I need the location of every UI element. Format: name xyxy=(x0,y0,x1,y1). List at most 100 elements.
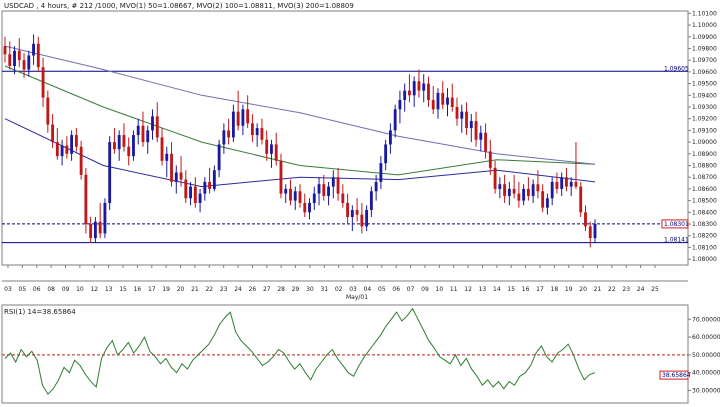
candle-body xyxy=(103,202,107,234)
price-y-tick-label: 1.08000 xyxy=(692,256,717,263)
time-tick-label: 12 xyxy=(464,286,472,293)
price-y-tick-label: 1.08800 xyxy=(692,163,717,170)
price-y-tick-label: 1.09800 xyxy=(692,45,717,52)
candle-body xyxy=(550,181,554,199)
candle-body xyxy=(531,184,535,196)
candle-body xyxy=(155,116,159,138)
candle-body xyxy=(151,116,154,131)
time-tick-label: 05 xyxy=(378,286,386,293)
time-tick-label: 16 xyxy=(134,286,142,293)
price-y-tick-label: 1.09300 xyxy=(692,104,717,111)
time-tick-label: 20 xyxy=(177,286,185,293)
price-y-tick-label: 1.09500 xyxy=(692,81,717,88)
time-tick-label: 22 xyxy=(205,286,213,293)
candle-body xyxy=(588,226,592,239)
rsi-value-label: 38.65864 xyxy=(662,372,691,379)
time-tick-label: 06 xyxy=(392,286,400,293)
candle-body xyxy=(436,92,440,110)
candle-body xyxy=(127,146,131,157)
candle-body xyxy=(279,160,283,194)
candle-body xyxy=(174,172,178,182)
time-tick-label: 20 xyxy=(579,286,587,293)
candle-body xyxy=(374,181,378,192)
candle-body xyxy=(450,97,454,107)
candle-body xyxy=(298,191,302,203)
candle-body xyxy=(322,184,326,196)
candle-body xyxy=(27,55,31,70)
candle-body xyxy=(8,54,12,67)
time-tick-label: 10 xyxy=(436,286,444,293)
candle-body xyxy=(327,186,330,196)
candle-body xyxy=(455,106,459,119)
candle-body xyxy=(193,186,197,203)
candle-body xyxy=(284,188,288,194)
time-tick-label: 09 xyxy=(62,286,70,293)
price-y-tick-label: 1.08100 xyxy=(692,244,717,251)
time-tick-label: 06 xyxy=(33,286,41,293)
price-y-tick-label: 1.10100 xyxy=(692,10,717,17)
price-y-tick-label: 1.09000 xyxy=(692,139,717,146)
time-tick-label: 17 xyxy=(536,286,544,293)
rsi-y-tick-label: 30.00000 xyxy=(692,388,720,395)
candle-body xyxy=(379,163,383,182)
candle-body xyxy=(170,153,173,182)
price-y-tick-label: 1.08500 xyxy=(692,198,717,205)
candle-body xyxy=(574,181,578,187)
candle-body xyxy=(312,193,316,203)
time-tick-label: 13 xyxy=(105,286,113,293)
candle-body xyxy=(369,191,373,210)
candle-body xyxy=(384,144,388,164)
time-tick-label: 16 xyxy=(522,286,530,293)
time-tick-label: 23 xyxy=(622,286,630,293)
rsi-y-tick-label: 70.00000 xyxy=(692,316,720,323)
candle-body xyxy=(412,81,416,96)
candle-body xyxy=(474,121,478,140)
candle-body xyxy=(584,212,587,227)
candle-body xyxy=(317,184,321,194)
candle-body xyxy=(208,181,212,189)
rsi-title: RSI(1) 14=38.65864 xyxy=(4,308,76,316)
time-tick-label: 17 xyxy=(148,286,156,293)
candle-body xyxy=(136,125,140,136)
time-tick-label: 30 xyxy=(306,286,314,293)
candle-body xyxy=(522,188,526,201)
candle-body xyxy=(51,124,55,143)
candle-body xyxy=(36,43,40,68)
candle-body xyxy=(465,111,468,129)
time-tick-label: 10 xyxy=(76,286,84,293)
candle-body xyxy=(41,67,45,98)
candle-body xyxy=(217,144,221,171)
chart-title: USDCAD , 4 hours, # 212 /1000, MVO(1) 50… xyxy=(4,2,354,10)
time-tick-label: 31 xyxy=(320,286,328,293)
time-tick-label: 19 xyxy=(162,286,170,293)
time-tick-label: 02 xyxy=(335,286,343,293)
time-tick-label: 15 xyxy=(119,286,127,293)
time-tick-label: 11 xyxy=(450,286,458,293)
time-tick-label: 07 xyxy=(407,286,415,293)
candle-body xyxy=(93,221,97,239)
candle-body xyxy=(331,177,335,187)
time-tick-label: 26 xyxy=(249,286,257,293)
time-tick-label: 23 xyxy=(220,286,228,293)
candle-body xyxy=(241,109,245,126)
candle-body xyxy=(498,184,502,189)
candle-body xyxy=(360,214,364,227)
candle-body xyxy=(222,130,226,145)
candle-body xyxy=(141,125,145,143)
candle-body xyxy=(545,198,549,208)
candle-body xyxy=(160,137,164,161)
candle-body xyxy=(479,132,483,140)
candle-body xyxy=(179,172,183,180)
candle-body xyxy=(189,186,192,199)
price-y-tick-label: 1.09900 xyxy=(692,34,717,41)
time-tick-label: 13 xyxy=(479,286,487,293)
candle-body xyxy=(22,60,26,70)
candle-body xyxy=(507,188,511,196)
time-tick-label: 28 xyxy=(277,286,285,293)
candle-body xyxy=(526,188,530,196)
time-tick-label: 21 xyxy=(191,286,199,293)
price-y-tick-label: 1.08200 xyxy=(692,233,717,240)
candle-body xyxy=(212,170,216,189)
price-y-tick-label: 1.08300 xyxy=(692,221,717,228)
time-tick-label: 27 xyxy=(263,286,271,293)
